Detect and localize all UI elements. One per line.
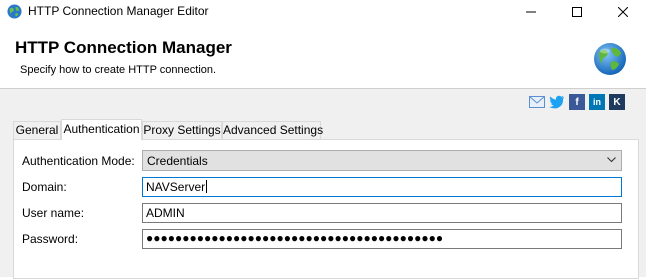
password-value: ●●●●●●●●●●●●●●●●●●●●●●●●●●●●●●●●●●●●●●●●…	[146, 231, 444, 245]
username-label: User name:	[22, 206, 85, 220]
maximize-icon	[572, 7, 582, 17]
globe-icon	[594, 43, 626, 75]
close-button[interactable]	[600, 0, 646, 24]
domain-label: Domain:	[22, 180, 67, 194]
password-label: Password:	[22, 232, 79, 246]
main-area: f in K General Authentication Proxy Sett…	[0, 89, 646, 279]
auth-mode-value: Credentials	[147, 154, 208, 168]
domain-value: NAVServer	[146, 180, 206, 194]
title-bar: HTTP Connection Manager Editor	[0, 0, 646, 24]
authentication-panel: Authentication Mode: Credentials Domain:…	[13, 139, 639, 279]
close-icon	[618, 7, 628, 17]
tab-advanced-settings[interactable]: Advanced Settings	[222, 121, 323, 139]
linkedin-icon[interactable]: in	[589, 94, 605, 110]
tab-proxy-settings[interactable]: Proxy Settings	[142, 121, 222, 139]
globe-icon	[7, 4, 22, 19]
tab-general[interactable]: General	[13, 121, 61, 139]
email-icon[interactable]	[529, 94, 545, 110]
username-value: ADMIN	[146, 206, 185, 220]
auth-mode-select[interactable]: Credentials	[142, 150, 622, 171]
password-field[interactable]: ●●●●●●●●●●●●●●●●●●●●●●●●●●●●●●●●●●●●●●●●…	[142, 229, 622, 249]
twitter-icon[interactable]	[549, 94, 565, 110]
username-field[interactable]: ADMIN	[142, 203, 622, 223]
header-subtitle: Specify how to create HTTP connection.	[20, 64, 217, 76]
window-title: HTTP Connection Manager Editor	[28, 4, 209, 18]
domain-field[interactable]: NAVServer	[142, 177, 622, 197]
auth-mode-label: Authentication Mode:	[22, 154, 135, 168]
chevron-down-icon	[607, 157, 616, 163]
kingswaysoft-icon[interactable]: K	[609, 94, 625, 110]
dialog-header: HTTP Connection Manager Specify how to c…	[0, 24, 646, 88]
tab-authentication[interactable]: Authentication	[61, 119, 142, 140]
text-caret	[206, 180, 208, 193]
minimize-icon	[526, 11, 536, 13]
social-links: f in K	[529, 94, 625, 110]
minimize-button[interactable]	[508, 0, 554, 24]
header-title: HTTP Connection Manager	[15, 38, 232, 57]
maximize-button[interactable]	[554, 0, 600, 24]
facebook-icon[interactable]: f	[569, 94, 585, 110]
